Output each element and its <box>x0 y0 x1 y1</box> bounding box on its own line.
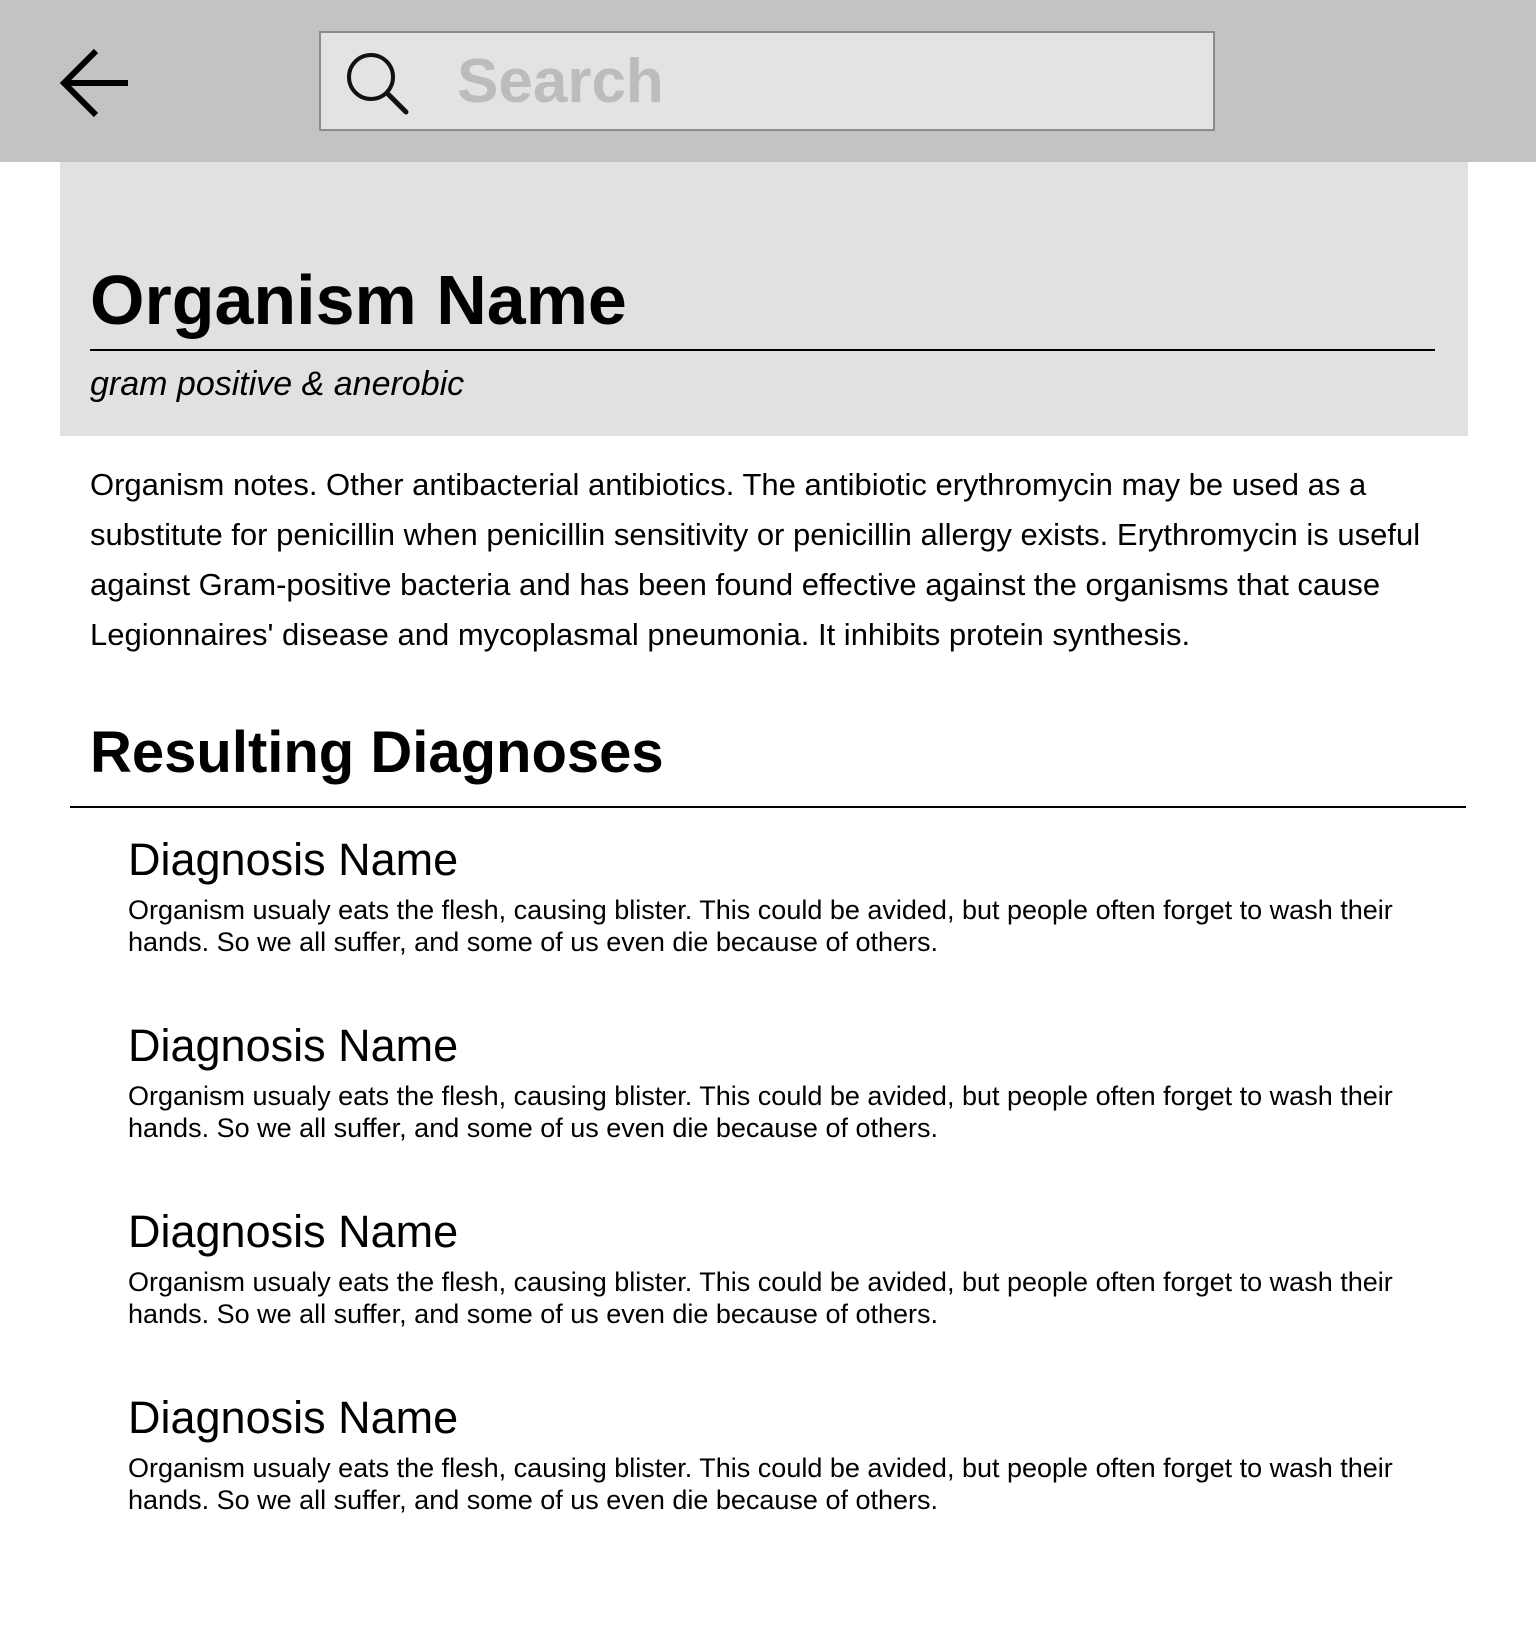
back-button[interactable] <box>52 40 138 126</box>
diagnosis-description: Organism usualy eats the flesh, causing … <box>128 1081 1393 1143</box>
diagnosis-name: Diagnosis Name <box>128 1206 459 1257</box>
organism-header: Organism Name gram positive & anerobic <box>60 162 1468 436</box>
title-divider <box>90 349 1435 351</box>
diagnosis-description: Organism usualy eats the flesh, causing … <box>128 1267 1393 1329</box>
diagnosis-name: Diagnosis Name <box>128 834 459 885</box>
diagnosis-name: Diagnosis Name <box>128 1392 459 1443</box>
diagnosis-name: Diagnosis Name <box>128 1020 459 1071</box>
section-title-diagnoses: Resulting Diagnoses <box>90 720 664 785</box>
organism-classification: gram positive & anerobic <box>90 365 465 403</box>
diagnosis-list: Diagnosis Name Organism usualy eats the … <box>128 830 1468 1574</box>
diagnosis-item[interactable]: Diagnosis Name Organism usualy eats the … <box>128 1388 1468 1574</box>
diagnosis-item[interactable]: Diagnosis Name Organism usualy eats the … <box>128 1202 1468 1388</box>
search-input[interactable] <box>457 41 1197 121</box>
organism-notes: Organism notes. Other antibacterial anti… <box>90 467 1421 652</box>
arrow-left-icon <box>59 48 128 118</box>
diagnosis-item[interactable]: Diagnosis Name Organism usualy eats the … <box>128 1016 1468 1202</box>
section-divider <box>70 806 1466 808</box>
search-box[interactable] <box>319 31 1215 131</box>
diagnosis-item[interactable]: Diagnosis Name Organism usualy eats the … <box>128 830 1468 1016</box>
diagnosis-description: Organism usualy eats the flesh, causing … <box>128 895 1393 957</box>
diagnosis-description: Organism usualy eats the flesh, causing … <box>128 1453 1393 1515</box>
organism-name: Organism Name <box>90 261 627 339</box>
top-bar <box>0 0 1536 162</box>
search-icon <box>347 53 409 115</box>
